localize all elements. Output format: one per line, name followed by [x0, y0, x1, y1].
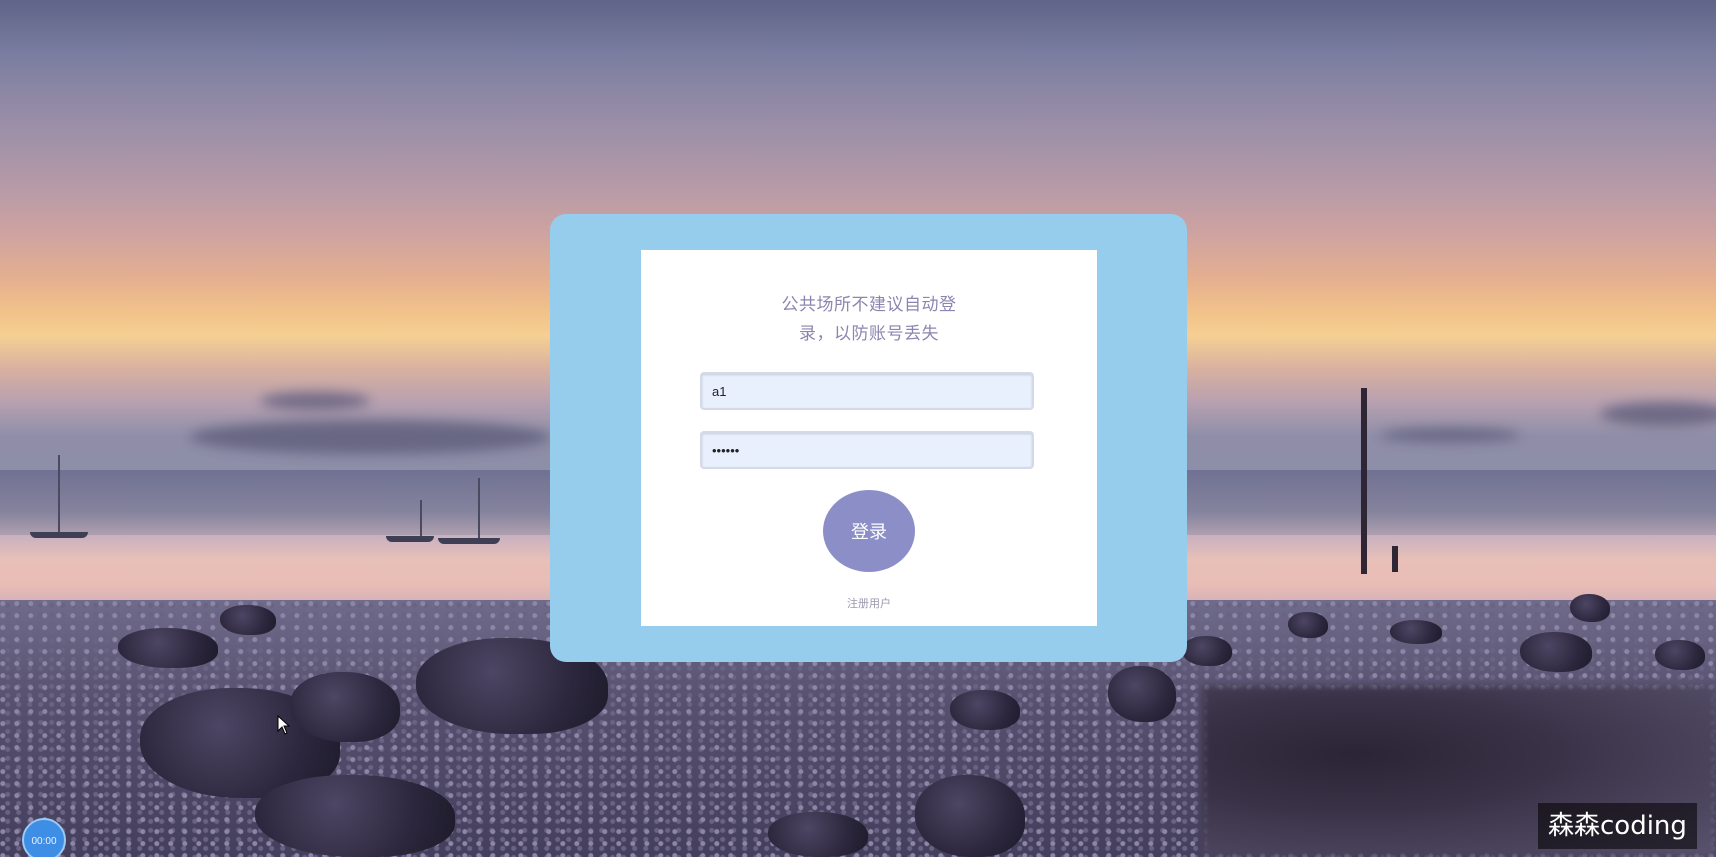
security-notice-line2: 录，以防账号丢失 [799, 324, 939, 343]
rock [1655, 640, 1705, 670]
login-form: 公共场所不建议自动登 录，以防账号丢失 登录 注册用户 [641, 250, 1097, 626]
security-notice-line1: 公共场所不建议自动登 [781, 295, 957, 314]
rock [1182, 636, 1232, 666]
rock [950, 690, 1020, 730]
sailboat-hull [386, 536, 434, 542]
mouse-pointer-icon [277, 715, 291, 735]
rock [768, 812, 868, 857]
background-cloud [190, 420, 550, 454]
login-page: 公共场所不建议自动登 录，以防账号丢失 登录 注册用户 00:00 森森codi… [0, 0, 1716, 857]
sailboat-hull [30, 532, 88, 538]
rock [1288, 612, 1328, 638]
video-watermark: 森森coding [1538, 803, 1697, 849]
background-cloud [260, 392, 370, 410]
wooden-pole [1392, 546, 1398, 572]
sailboat-mast [478, 478, 480, 540]
password-input[interactable] [700, 431, 1034, 469]
sailboat-mast [420, 500, 422, 536]
rock [220, 605, 276, 635]
rock [1570, 594, 1610, 622]
background-cloud [1380, 428, 1520, 442]
register-user-link[interactable]: 注册用户 [819, 595, 919, 611]
rock [1520, 632, 1592, 672]
sailboat-mast [58, 455, 60, 535]
rock [1390, 620, 1442, 644]
rock [118, 628, 218, 668]
rock [290, 672, 400, 742]
rock [1108, 666, 1176, 722]
rock [255, 775, 455, 857]
login-card-frame: 公共场所不建议自动登 录，以防账号丢失 登录 注册用户 [550, 214, 1187, 662]
sailboat-hull [438, 538, 500, 544]
rock [915, 775, 1025, 857]
recording-timer[interactable]: 00:00 [22, 818, 66, 857]
security-notice: 公共场所不建议自动登 录，以防账号丢失 [761, 290, 977, 348]
wooden-pole [1361, 388, 1367, 574]
login-button[interactable]: 登录 [823, 490, 915, 572]
username-input[interactable] [700, 372, 1034, 410]
